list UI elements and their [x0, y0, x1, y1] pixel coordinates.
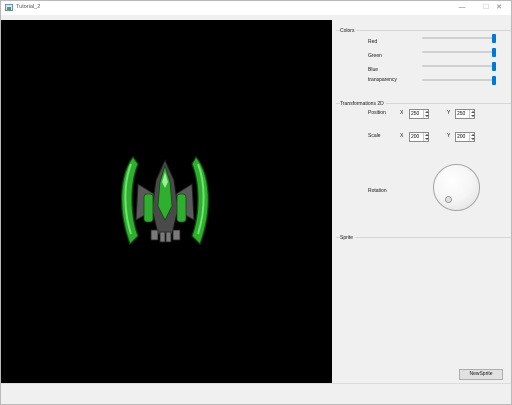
ship-left-pod — [143, 193, 154, 223]
position-y-label: Y — [447, 110, 451, 116]
sprite-group: Sprite — [336, 235, 511, 377]
scale-label: Scale — [368, 133, 381, 139]
green-slider[interactable] — [422, 48, 498, 57]
blue-slider[interactable] — [422, 62, 498, 71]
ship-engine-4 — [172, 229, 181, 241]
ship-engine-3 — [165, 231, 172, 243]
green-label: Green — [368, 53, 382, 59]
position-x-up-icon[interactable] — [425, 111, 429, 113]
transparency-slider-handle[interactable] — [492, 76, 496, 85]
red-slider-track — [422, 37, 494, 39]
transparency-label: transparency — [368, 77, 397, 83]
ship-right-pod — [176, 193, 187, 223]
scale-y-label: Y — [447, 133, 451, 139]
ship-engine-1 — [150, 229, 159, 241]
position-x-arrows[interactable] — [423, 110, 429, 118]
title-bar: Tutorial_2 — ☐ ✕ — [1, 1, 511, 15]
status-bar — [1, 383, 511, 404]
render-viewport[interactable] — [1, 20, 332, 383]
rotation-dial-notch-icon[interactable] — [445, 196, 452, 203]
scale-y-up-icon[interactable] — [471, 134, 475, 136]
scale-x-spinbox[interactable]: 200 — [409, 132, 429, 142]
minimize-button[interactable]: — — [449, 1, 475, 15]
position-y-down-icon[interactable] — [471, 115, 475, 117]
colors-group-title: Colors — [340, 28, 357, 34]
scale-y-down-icon[interactable] — [471, 138, 475, 140]
new-sprite-button[interactable]: NewSprite — [459, 369, 503, 380]
transparency-slider[interactable] — [422, 76, 498, 85]
scale-x-label: X — [400, 133, 404, 139]
transformations-group-title: Transformations 2D — [340, 101, 386, 107]
position-x-value: 250 — [411, 111, 420, 117]
scale-x-value: 200 — [411, 134, 420, 140]
scale-x-up-icon[interactable] — [425, 134, 429, 136]
scale-x-arrows[interactable] — [423, 133, 429, 141]
rotation-label: Rotation — [368, 188, 387, 194]
position-y-arrows[interactable] — [469, 110, 475, 118]
position-x-label: X — [400, 110, 404, 116]
position-y-spinbox[interactable]: 250 — [455, 109, 475, 119]
app-icon — [5, 4, 13, 11]
scale-y-value: 200 — [457, 134, 466, 140]
red-slider-handle[interactable] — [492, 34, 496, 43]
position-y-up-icon[interactable] — [471, 111, 475, 113]
sprite-group-title: Sprite — [340, 235, 356, 241]
transparency-slider-track — [422, 79, 494, 81]
blue-slider-handle[interactable] — [492, 62, 496, 71]
blue-label: Blue — [368, 67, 379, 73]
position-x-spinbox[interactable]: 250 — [409, 109, 429, 119]
window-title: Tutorial_2 — [16, 4, 41, 10]
position-y-value: 250 — [457, 111, 466, 117]
app-window: Tutorial_2 — ☐ ✕ Colors Red Green Blue t… — [0, 0, 512, 405]
rotation-dial[interactable] — [433, 164, 480, 211]
position-label: Position — [368, 110, 386, 116]
scale-x-down-icon[interactable] — [425, 138, 429, 140]
red-label: Red — [368, 39, 378, 45]
position-x-down-icon[interactable] — [425, 115, 429, 117]
green-slider-track — [422, 51, 494, 53]
close-button[interactable]: ✕ — [487, 1, 511, 15]
scale-y-spinbox[interactable]: 200 — [455, 132, 475, 142]
blue-slider-track — [422, 65, 494, 67]
scale-y-arrows[interactable] — [469, 133, 475, 141]
green-slider-handle[interactable] — [492, 48, 496, 57]
spaceship-sprite — [121, 155, 209, 246]
red-slider[interactable] — [422, 34, 498, 43]
ship-engine-2 — [159, 231, 166, 243]
transformations-group: Transformations 2D — [336, 101, 511, 227]
